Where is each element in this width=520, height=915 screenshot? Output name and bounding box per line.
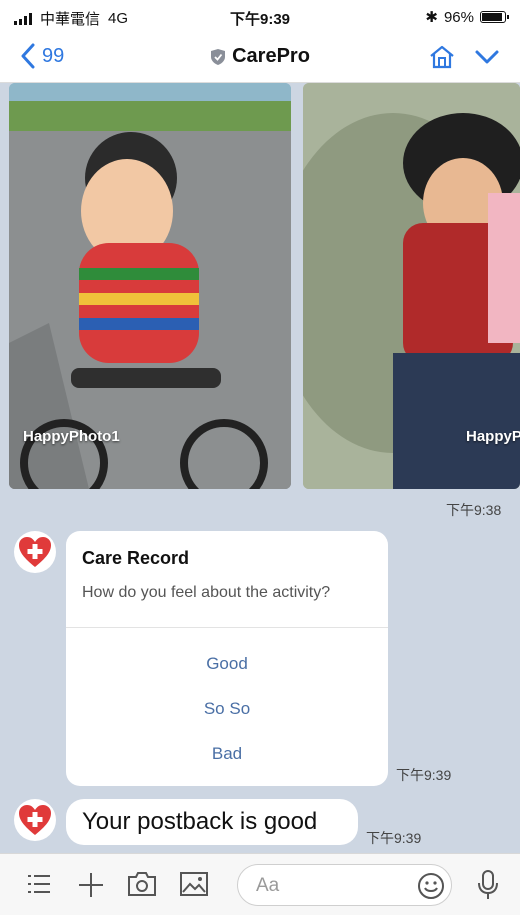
photo-card-2[interactable]: HappyP xyxy=(303,83,520,489)
photo-timestamp: 下午9:38 xyxy=(446,502,502,518)
message-input-placeholder: Aa xyxy=(256,875,280,896)
heart-plus-icon xyxy=(19,537,51,567)
microphone-icon[interactable] xyxy=(476,869,500,901)
nav-actions xyxy=(428,43,500,71)
message-timestamp: 下午9:39 xyxy=(366,830,422,846)
card-title: Care Record xyxy=(82,548,190,568)
chat-title: CarePro xyxy=(232,45,310,67)
bluetooth-icon: ✱ xyxy=(425,9,438,26)
nav-bar: 99 CarePro xyxy=(0,34,520,83)
action-so-so-button[interactable]: So So xyxy=(66,699,388,719)
action-good-button[interactable]: Good xyxy=(66,654,388,674)
photo-card-1[interactable]: HappyPhoto1 xyxy=(9,83,291,489)
bot-avatar-2[interactable] xyxy=(14,799,56,841)
status-right: ✱ 96% xyxy=(425,8,509,26)
photo-label-2: HappyP xyxy=(466,428,520,445)
card-divider xyxy=(66,627,388,628)
status-bar: 中華電信 4G 下午9:39 ✱ 96% xyxy=(0,0,520,34)
image-icon[interactable] xyxy=(179,871,209,897)
photo-label-1: HappyPhoto1 xyxy=(23,428,120,445)
bot-avatar[interactable] xyxy=(14,531,56,573)
battery-icon xyxy=(480,11,509,23)
emoji-icon[interactable] xyxy=(417,872,445,900)
input-bar: Aa xyxy=(0,853,520,915)
card-subtitle: How do you feel about the activity? xyxy=(82,584,331,601)
heart-plus-icon xyxy=(19,805,51,835)
shield-icon xyxy=(211,48,226,65)
camera-icon[interactable] xyxy=(127,871,157,897)
home-icon[interactable] xyxy=(428,43,456,71)
battery-percent: 96% xyxy=(443,8,474,26)
care-record-card: Care Record How do you feel about the ac… xyxy=(66,531,388,786)
chevron-down-icon[interactable] xyxy=(474,48,500,66)
card-timestamp: 下午9:39 xyxy=(396,767,452,783)
action-bad-button[interactable]: Bad xyxy=(66,744,388,764)
menu-icon[interactable] xyxy=(26,871,52,897)
chat-area[interactable]: HappyPhoto1 HappyP 下午9:38 Care Record Ho… xyxy=(0,83,520,853)
plus-icon[interactable] xyxy=(77,871,105,899)
message-bubble[interactable]: Your postback is good xyxy=(66,799,358,845)
message-input[interactable]: Aa xyxy=(237,864,452,906)
battery-fill xyxy=(482,13,502,21)
message-text: Your postback is good xyxy=(82,808,318,835)
